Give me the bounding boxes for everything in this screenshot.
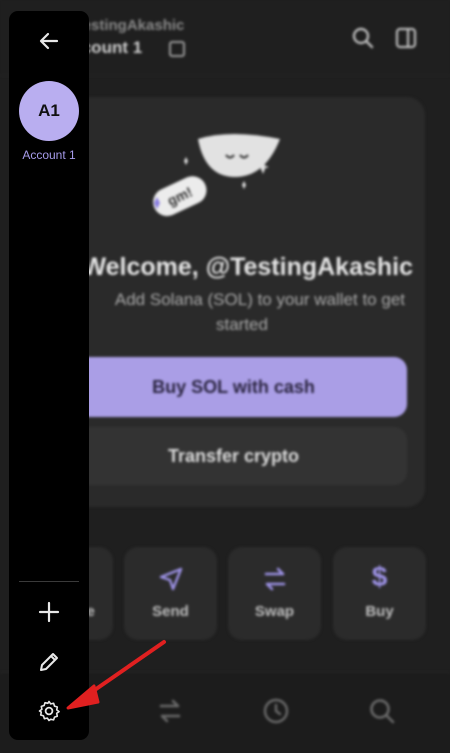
history-clock-icon[interactable] — [262, 697, 290, 725]
settings-button[interactable] — [34, 696, 64, 726]
add-account-button[interactable] — [34, 597, 64, 627]
ghost-mascot-illustration: gm! — [153, 134, 280, 217]
welcome-subtitle-clip: Add Solana (SOL) to your wallet to get — [60, 290, 413, 314]
send-icon — [159, 567, 182, 591]
buy-label: Buy — [365, 603, 394, 620]
side-panel-icon[interactable] — [395, 27, 417, 49]
edit-pencil-icon — [40, 653, 58, 671]
search-icon[interactable] — [352, 27, 374, 49]
account-drawer: A1 Account 1 — [9, 11, 89, 740]
welcome-subtitle-line1: Add Solana (SOL) to your wallet to get — [114, 290, 405, 309]
settings-gear-icon — [38, 700, 60, 722]
copy-address-icon[interactable] — [169, 41, 185, 57]
nav-search-icon[interactable] — [368, 697, 396, 725]
dollar-icon: $ — [371, 561, 388, 592]
back-arrow-icon[interactable] — [37, 29, 61, 53]
welcome-subtitle-line2: started — [216, 315, 268, 334]
buy-sol-with-cash-button[interactable]: Buy SOL with cash — [60, 357, 407, 417]
drawer-divider — [19, 581, 79, 582]
welcome-title-clip: Welcome, @TestingAkashic — [60, 253, 414, 287]
account-avatar[interactable]: A1 — [19, 81, 79, 141]
swap-label: Swap — [254, 603, 295, 620]
transfer-crypto-button[interactable]: Transfer crypto — [60, 427, 407, 485]
add-icon — [38, 601, 60, 623]
edit-accounts-button[interactable] — [34, 647, 64, 677]
swap-icon — [264, 567, 285, 591]
send-button[interactable]: Send — [124, 547, 217, 640]
welcome-title: Welcome, @TestingAkashic — [82, 253, 414, 281]
swap-button[interactable]: Swap — [228, 547, 321, 640]
nav-swap-icon[interactable] — [156, 697, 184, 725]
wallet-window: @TestingAkashic Account 1 gm! Welcome, @… — [0, 0, 450, 753]
send-label: Send — [152, 603, 189, 620]
buy-button[interactable]: $ Buy — [333, 547, 426, 640]
drawer-account-name[interactable]: Account 1 — [9, 148, 89, 162]
